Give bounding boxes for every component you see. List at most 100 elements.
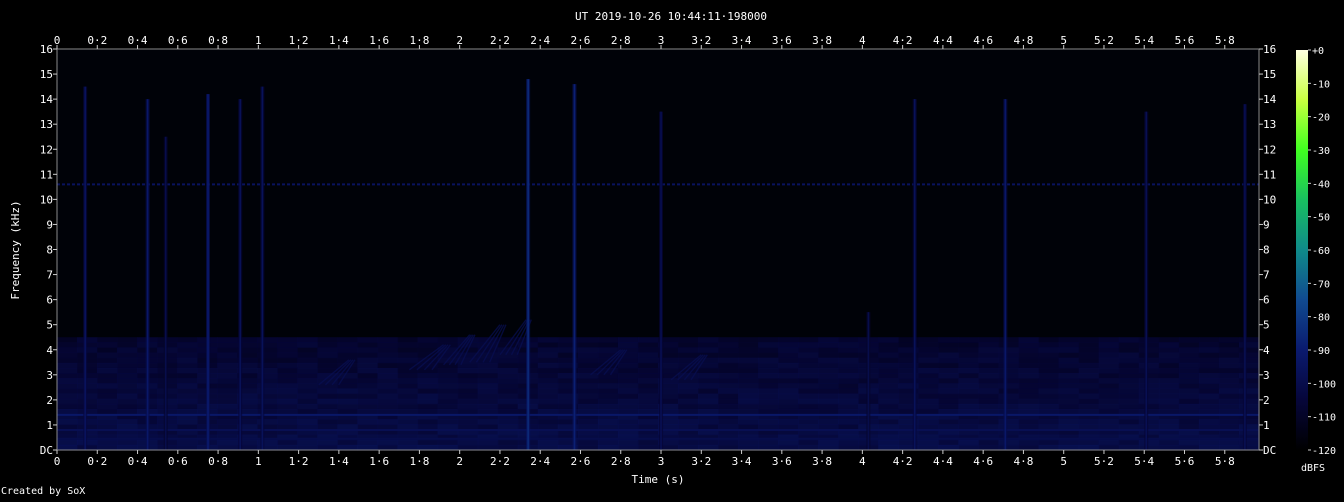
noise-cell (217, 408, 238, 415)
noise-cell (778, 367, 799, 374)
noise-cell (177, 398, 198, 405)
noise-cell (537, 398, 559, 405)
noise-cell (1158, 388, 1180, 395)
noise-cell (918, 352, 940, 359)
noise-cell (637, 403, 659, 410)
noise-cell (77, 337, 98, 343)
x-tick-label: 4·8 (1013, 455, 1033, 468)
noise-cell (718, 393, 739, 400)
noise-cell (537, 362, 559, 369)
noise-cell (57, 378, 78, 384)
noise-cell (718, 347, 739, 354)
x-tick-label: 0·8 (208, 34, 228, 47)
x-tick-label: 4 (859, 455, 866, 468)
noise-cell (1098, 388, 1120, 395)
noise-cell (818, 388, 839, 395)
noise-cell (1118, 439, 1140, 446)
noise-cell (1158, 357, 1180, 364)
x-tick-label: 2 (456, 455, 463, 468)
noise-cell (57, 398, 78, 405)
noise-cell (417, 388, 439, 395)
noise-cell (437, 439, 459, 446)
noise-cell (617, 373, 639, 379)
noise-cell (537, 403, 559, 410)
noise-cell (1038, 347, 1060, 354)
noise-cell (357, 337, 379, 343)
noise-cell (497, 393, 519, 400)
y-tick-label: 11 (1263, 168, 1276, 181)
noise-cell (798, 388, 819, 395)
noise-cell (477, 357, 499, 364)
noise-cell (397, 373, 419, 379)
noise-cell (918, 357, 940, 364)
noise-cell (497, 419, 519, 425)
noise-cell (1138, 367, 1160, 374)
y-tick-label: 6 (46, 294, 53, 307)
x-tick-label: 1 (255, 455, 262, 468)
noise-cell (838, 439, 859, 446)
noise-cell (477, 362, 499, 369)
noise-cell (1058, 383, 1080, 390)
noise-cell (177, 378, 198, 384)
noise-cell (1138, 383, 1160, 390)
noise-cell (217, 388, 238, 395)
y-tick-label: 12 (1263, 143, 1276, 156)
noise-cell (778, 347, 799, 354)
y-tick-label: 10 (40, 193, 53, 206)
noise-cell (958, 383, 980, 390)
noise-cell (758, 373, 779, 379)
noise-cell (457, 419, 479, 425)
noise-cell (417, 408, 439, 415)
noise-cell (277, 352, 298, 359)
noise-cell (77, 398, 98, 405)
noise-cell (57, 357, 78, 364)
noise-cell (1178, 398, 1200, 405)
y-tick-label: 15 (1263, 68, 1276, 81)
colorbar-tick-label: -80 (1312, 313, 1330, 324)
noise-cell (998, 373, 1020, 379)
noise-cell (718, 419, 739, 425)
noise-cell (77, 342, 98, 349)
noise-cell (617, 419, 639, 425)
noise-cell (337, 337, 359, 343)
noise-cell (1118, 419, 1140, 425)
noise-cell (317, 352, 339, 359)
noise-cell (978, 393, 1000, 400)
noise-cell (177, 439, 198, 446)
noise-cell (1158, 378, 1180, 384)
noise-cell (838, 398, 859, 405)
noise-cell (958, 337, 980, 343)
noise-cell (297, 362, 319, 369)
noise-cell (617, 383, 639, 390)
noise-cell (718, 367, 739, 374)
x-tick-label: 1·4 (329, 455, 349, 468)
noise-cell (1058, 357, 1080, 364)
noise-cell (978, 373, 1000, 379)
noise-cell (918, 383, 940, 390)
noise-cell (397, 357, 419, 364)
noise-cell (938, 352, 960, 359)
noise-cell (1198, 373, 1220, 379)
noise-cell (637, 378, 659, 384)
noise-cell (738, 362, 759, 369)
x-tick-label: 5 (1060, 34, 1067, 47)
noise-cell (918, 378, 940, 384)
noise-cell (878, 347, 899, 354)
noise-cell (1118, 362, 1140, 369)
noise-cell (457, 373, 479, 379)
noise-cell (597, 439, 619, 446)
noise-cell (357, 403, 379, 410)
noise-cell (117, 383, 138, 390)
noise-cell (397, 378, 419, 384)
noise-cell (918, 342, 940, 349)
noise-cell (417, 393, 439, 400)
noise-cell (918, 367, 940, 374)
noise-cell (958, 342, 980, 349)
noise-cell (738, 419, 759, 425)
noise-cell (497, 373, 519, 379)
noise-cell (998, 378, 1020, 384)
noise-cell (1138, 337, 1160, 343)
noise-cell (177, 347, 198, 354)
x-tick-label: 1·6 (369, 455, 389, 468)
noise-cell (1238, 357, 1260, 364)
